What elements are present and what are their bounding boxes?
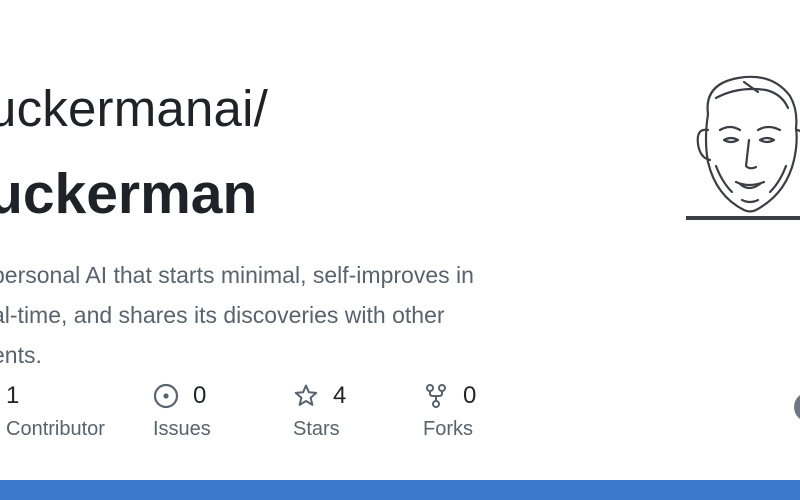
forks-label: Forks	[423, 418, 473, 440]
stat-issues[interactable]: 0 Issues	[153, 378, 211, 441]
avatar-partial[interactable]	[794, 392, 800, 422]
description-line: al-time, and shares its discoveries with…	[0, 302, 445, 328]
star-icon	[293, 383, 319, 409]
contributors-label: Contributor	[6, 418, 105, 440]
contributors-count: 1	[6, 382, 20, 409]
description-line: ents.	[0, 342, 42, 368]
issue-circle-icon	[153, 383, 179, 409]
owner-avatar[interactable]	[686, 70, 800, 220]
bottom-accent-bar	[0, 480, 800, 500]
repo-owner[interactable]: uckermanai/	[0, 78, 268, 140]
issues-count: 0	[193, 382, 207, 409]
repo-name[interactable]: uckerman	[0, 160, 257, 228]
stars-label: Stars	[293, 418, 340, 440]
forks-count: 0	[463, 382, 477, 409]
stars-count: 4	[333, 382, 347, 409]
issues-label: Issues	[153, 418, 211, 440]
repo-description: personal AI that starts minimal, self-im…	[0, 255, 612, 375]
description-line: personal AI that starts minimal, self-im…	[0, 262, 474, 288]
stat-forks[interactable]: 0 Forks	[423, 378, 476, 441]
stat-stars[interactable]: 4 Stars	[293, 378, 346, 441]
stat-contributors[interactable]: 1 Contributor	[6, 378, 105, 441]
fork-icon	[423, 383, 449, 409]
